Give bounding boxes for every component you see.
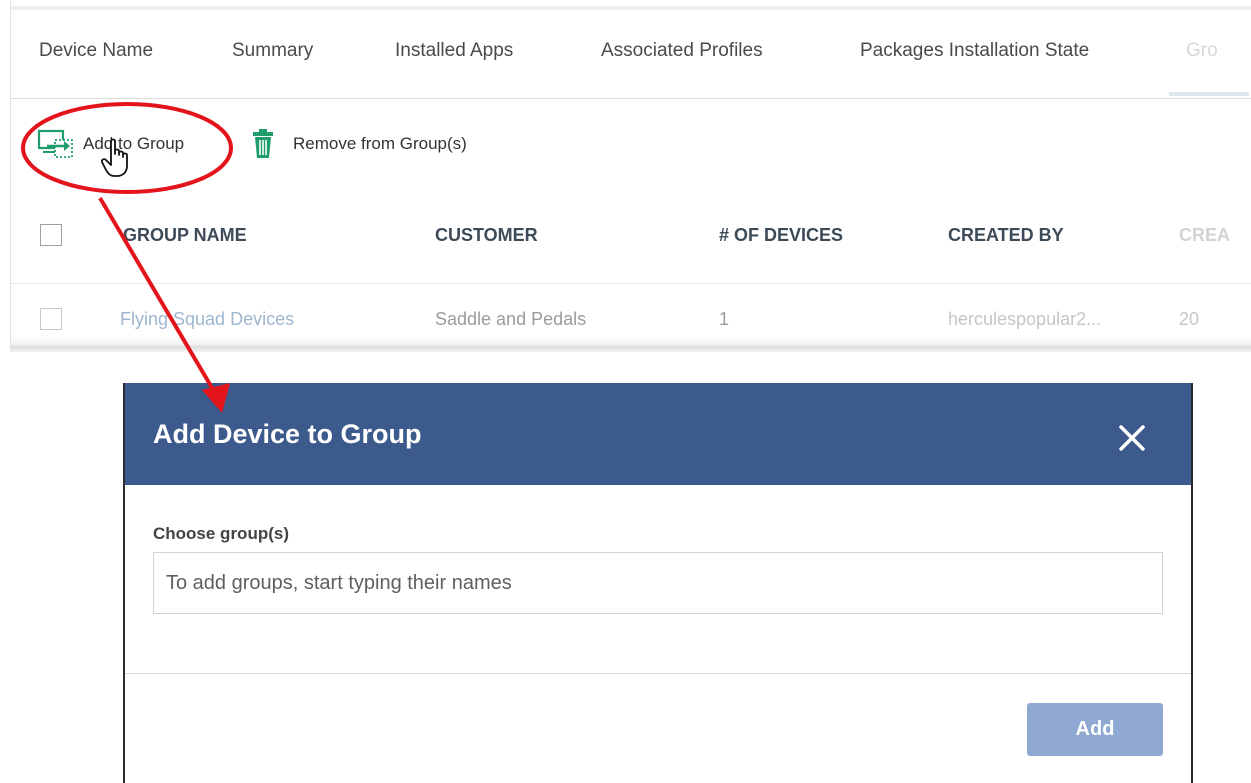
group-name-link[interactable]: Flying Squad Devices: [120, 309, 294, 330]
trash-icon: [251, 129, 275, 159]
hand-cursor-icon: [100, 138, 135, 178]
choose-groups-label: Choose group(s): [153, 524, 289, 543]
row-checkbox[interactable]: [40, 308, 62, 330]
tab-bar: Device Name Summary Installed Apps Assoc…: [11, 10, 1251, 99]
group-search-input[interactable]: [153, 552, 1163, 614]
column-header-group-name[interactable]: GROUP NAME: [123, 225, 247, 246]
tab-associated-profiles[interactable]: Associated Profiles: [601, 40, 763, 62]
tab-summary[interactable]: Summary: [232, 40, 313, 62]
active-tab-indicator: [1169, 92, 1249, 96]
close-icon[interactable]: [1115, 421, 1149, 455]
add-button[interactable]: Add: [1027, 703, 1163, 756]
dialog-header: Add Device to Group: [125, 383, 1191, 485]
created-by-cell: herculespopular2...: [948, 309, 1102, 329]
tab-groups[interactable]: Gro: [1186, 40, 1218, 62]
tab-installed-apps[interactable]: Installed Apps: [395, 40, 513, 62]
torn-edge-divider: [11, 335, 1251, 352]
add-to-group-icon: [37, 128, 75, 160]
customer-cell: Saddle and Pedals: [435, 309, 587, 329]
tab-packages-installation-state[interactable]: Packages Installation State: [860, 40, 1089, 62]
tab-device-name[interactable]: Device Name: [39, 40, 153, 62]
column-header-created-by[interactable]: CREATED BY: [948, 225, 1064, 246]
created-cell: 20: [1179, 309, 1200, 329]
header-divider: [11, 283, 1251, 284]
remove-from-group-button[interactable]: Remove from Group(s): [251, 124, 467, 164]
select-all-checkbox[interactable]: [40, 224, 62, 246]
column-header-customer[interactable]: CUSTOMER: [435, 225, 538, 246]
column-header-devices[interactable]: # OF DEVICES: [719, 225, 843, 246]
dialog-title: Add Device to Group: [153, 419, 422, 449]
column-header-created[interactable]: CREA: [1179, 225, 1230, 246]
devices-count-cell: 1: [719, 309, 730, 329]
device-details-panel: Device Name Summary Installed Apps Assoc…: [10, 0, 1251, 352]
remove-from-group-label: Remove from Group(s): [293, 134, 467, 153]
dialog-footer-divider: [125, 673, 1191, 674]
add-device-to-group-dialog: Add Device to Group Choose group(s) Add: [123, 383, 1193, 783]
